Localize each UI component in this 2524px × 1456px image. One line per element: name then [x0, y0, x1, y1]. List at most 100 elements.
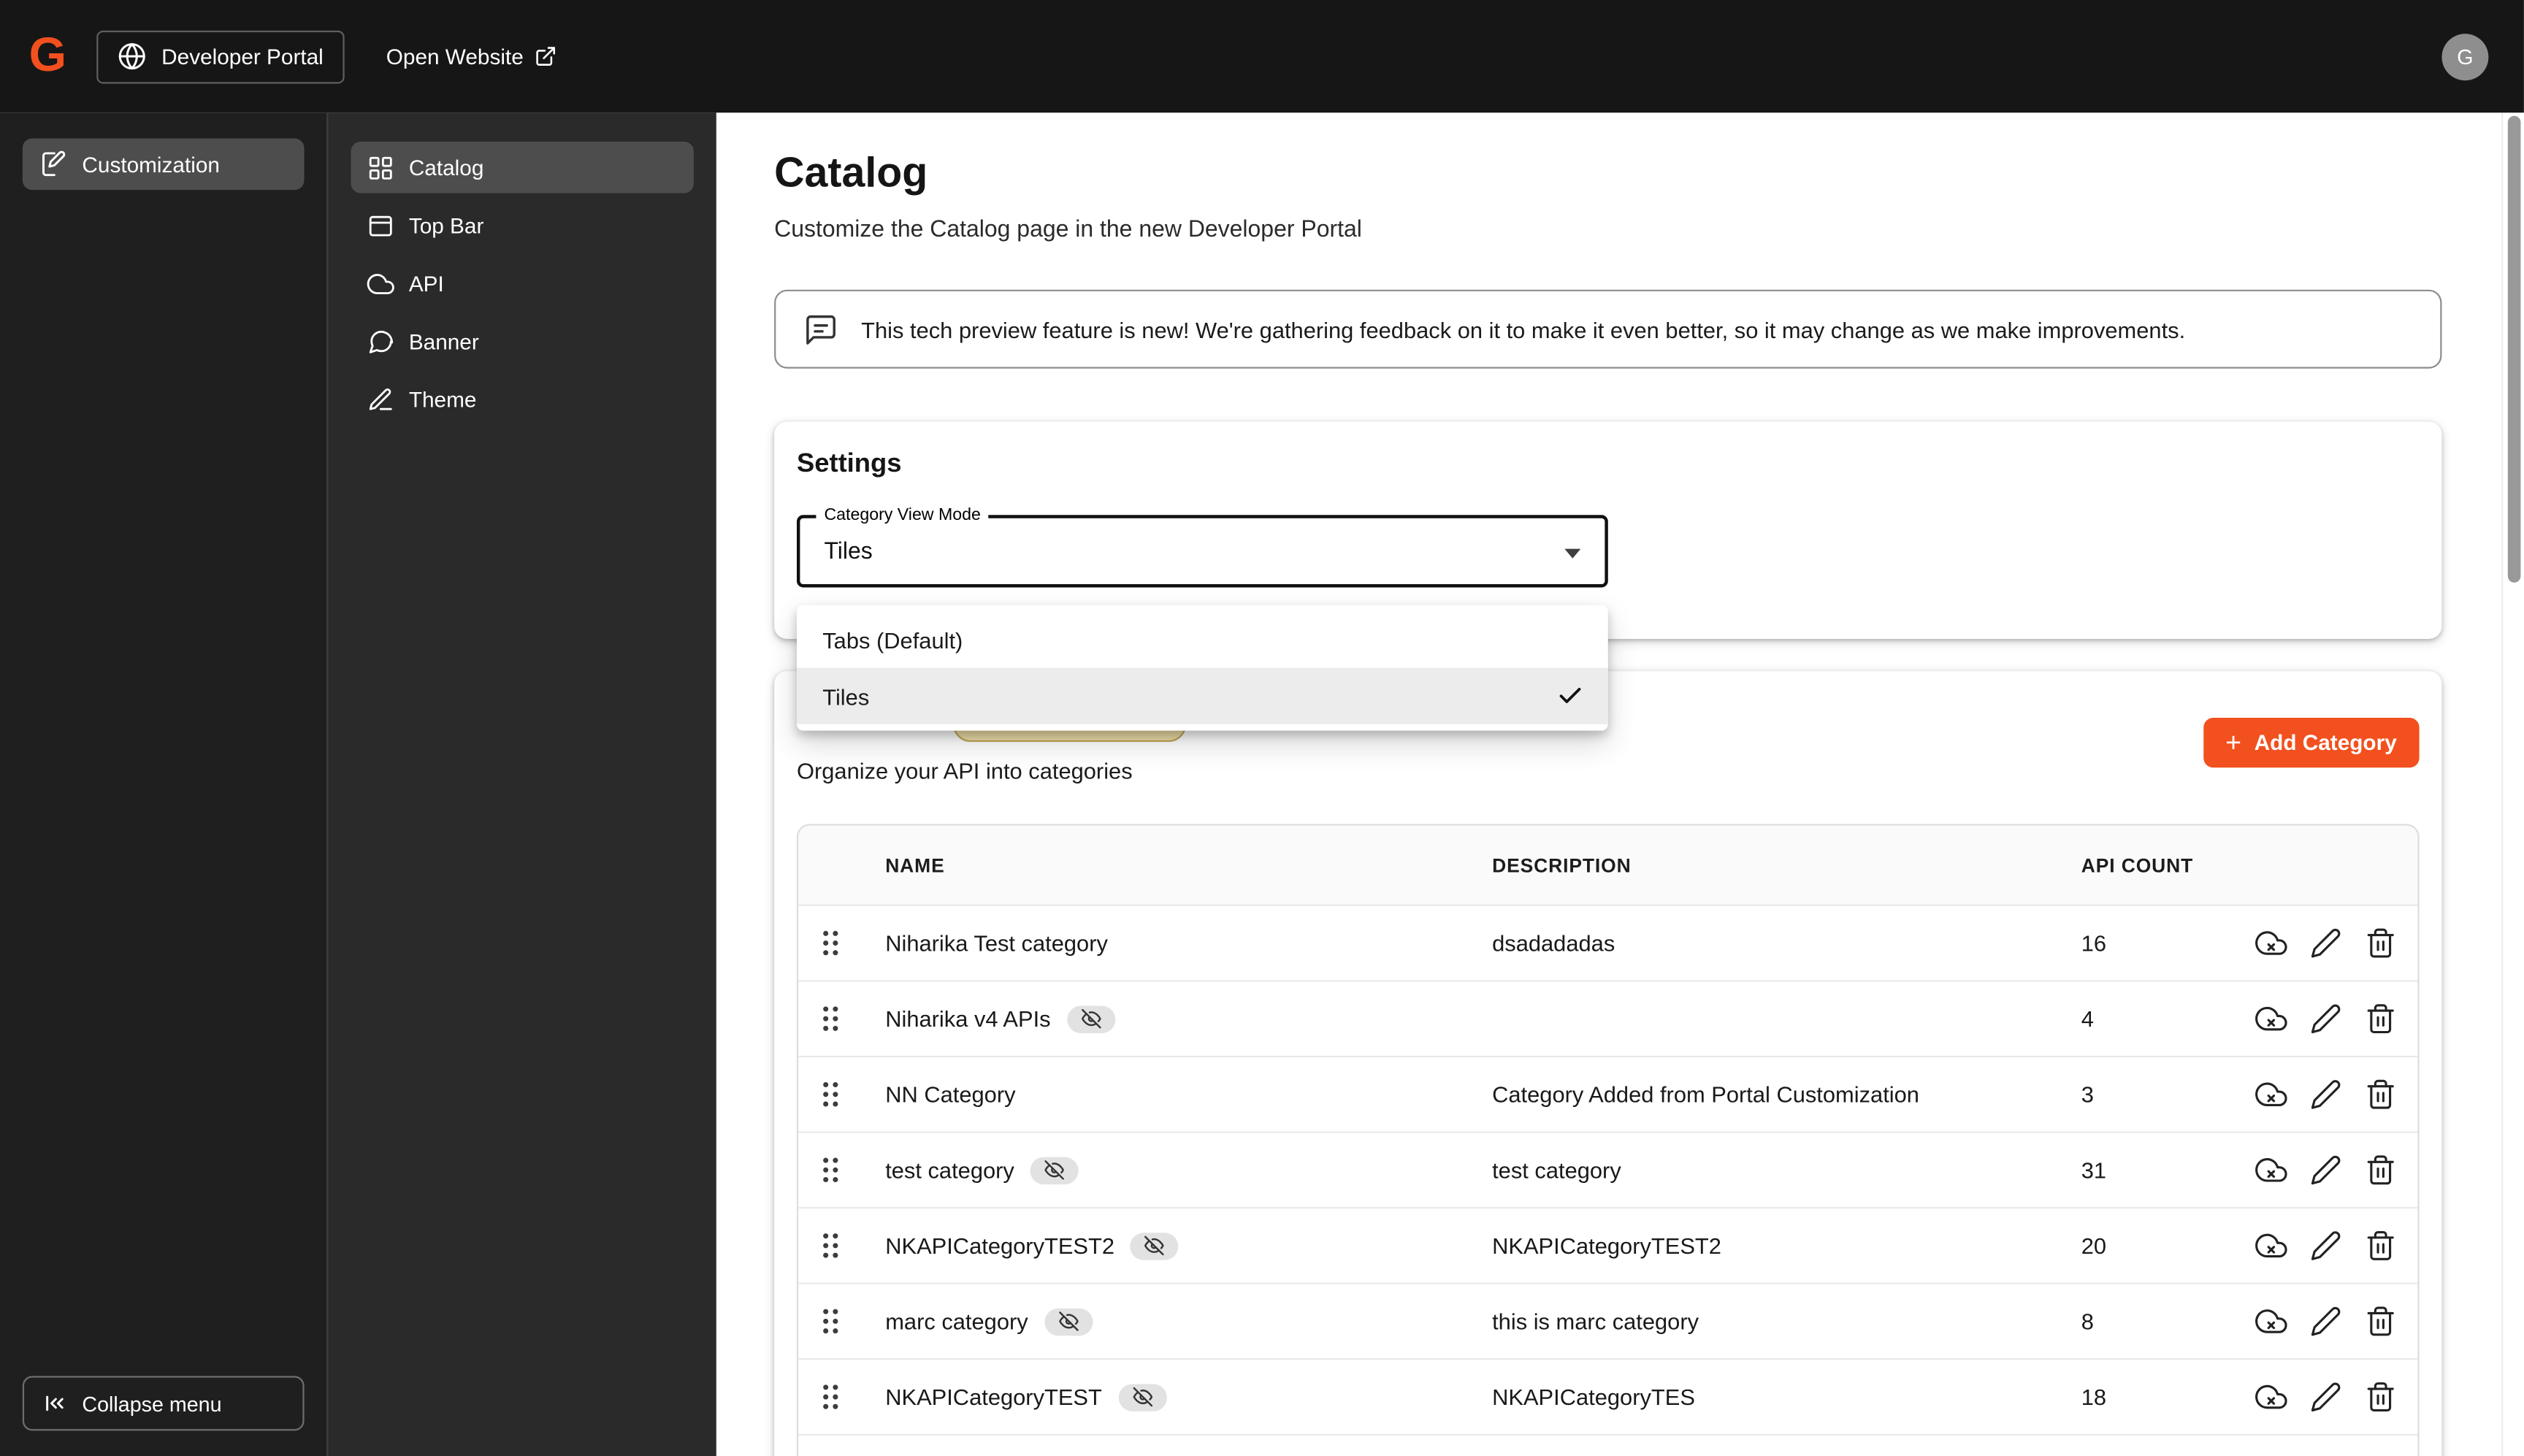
sidebar-item-label: Catalog	[408, 155, 484, 180]
sidebar-item-customization[interactable]: Customization	[22, 138, 305, 191]
categories-description: Organize your API into categories	[796, 758, 1133, 784]
sidebar-item-label: Theme	[408, 387, 477, 412]
gravitee-logo[interactable]: G	[29, 29, 66, 84]
category-description: Category Added from Portal Customization	[1492, 1081, 1919, 1108]
table-row: Niharika v4 APIs 4	[798, 980, 2418, 1056]
cloud-x-icon[interactable]	[2255, 1078, 2287, 1111]
delete-trash-icon[interactable]	[2365, 1230, 2397, 1262]
scrollbar-thumb[interactable]	[2507, 115, 2521, 583]
delete-trash-icon[interactable]	[2365, 1078, 2397, 1111]
drag-handle-icon[interactable]	[821, 1231, 840, 1260]
drag-handle-icon[interactable]	[821, 1307, 840, 1336]
sidebar-item-api[interactable]: API	[351, 258, 693, 310]
edit-pencil-icon[interactable]	[2310, 927, 2342, 959]
primary-sidebar: Customization Collapse menu	[0, 112, 327, 1456]
sidebar-item-catalog[interactable]: Catalog	[351, 141, 694, 194]
category-view-mode-dropdown: Tabs (Default) Tiles	[796, 605, 1608, 731]
category-name: marc category	[885, 1308, 1028, 1335]
select-label: Category View Mode	[816, 505, 989, 525]
open-website-link[interactable]: Open Website	[386, 45, 557, 69]
cloud-x-icon[interactable]	[2255, 1305, 2287, 1337]
category-name: Niharika v4 APIs	[885, 1005, 1051, 1032]
category-description: NKAPICategoryTEST2	[1492, 1233, 1721, 1259]
sidebar-item-top-bar[interactable]: Top Bar	[351, 199, 693, 251]
delete-trash-icon[interactable]	[2365, 1305, 2397, 1337]
customization-sidebar: Catalog Top Bar API Banner Theme	[326, 112, 716, 1456]
add-category-label: Add Category	[2254, 730, 2397, 755]
category-api-count: 18	[2081, 1384, 2107, 1410]
edit-pencil-icon[interactable]	[2310, 1154, 2342, 1186]
category-api-count: 31	[2081, 1157, 2107, 1183]
dropdown-option-label: Tiles	[822, 683, 870, 709]
hidden-eye-badge	[1131, 1232, 1179, 1260]
drag-handle-icon[interactable]	[821, 1080, 840, 1109]
page-title: Catalog	[774, 147, 928, 196]
delete-trash-icon[interactable]	[2365, 1154, 2397, 1186]
drag-handle-icon[interactable]	[821, 929, 840, 958]
category-description: NKAPICategoryTES	[1492, 1384, 1695, 1410]
delete-trash-icon[interactable]	[2365, 1381, 2397, 1413]
feedback-bubble-icon	[803, 311, 838, 346]
tech-preview-notice: This tech preview feature is new! We're …	[774, 289, 2442, 369]
delete-trash-icon[interactable]	[2365, 1003, 2397, 1035]
category-api-count: 3	[2081, 1081, 2094, 1108]
chevron-down-icon	[1564, 548, 1581, 559]
category-name: NN Category	[885, 1081, 1016, 1108]
edit-pencil-icon[interactable]	[2310, 1078, 2342, 1111]
notice-text: This tech preview feature is new! We're …	[861, 316, 2186, 342]
category-api-count: 16	[2081, 930, 2107, 957]
table-row: NKAPICategoryTEST2 NKAPICategoryTEST2 20	[798, 1207, 2418, 1283]
edit-pencil-icon[interactable]	[2310, 1381, 2342, 1413]
globe-icon	[118, 42, 148, 71]
drag-handle-icon[interactable]	[821, 1155, 840, 1184]
header-name: NAME	[885, 854, 945, 877]
developer-portal-label: Developer Portal	[161, 44, 324, 69]
cloud-x-icon[interactable]	[2255, 1230, 2287, 1262]
cloud-x-icon[interactable]	[2255, 927, 2287, 959]
developer-portal-button[interactable]: Developer Portal	[96, 29, 345, 83]
user-avatar[interactable]: G	[2441, 33, 2489, 80]
hidden-eye-badge	[1030, 1156, 1079, 1184]
category-view-mode-select[interactable]: Category View Mode Tiles	[796, 505, 1608, 588]
app-window: G Developer Portal Open Website G Custom…	[0, 0, 2524, 1456]
external-link-icon	[535, 45, 557, 68]
cloud-x-icon[interactable]	[2255, 1154, 2287, 1186]
sidebar-item-theme[interactable]: Theme	[351, 373, 693, 425]
sidebar-item-label: Top Bar	[408, 213, 484, 238]
page-subtitle: Customize the Catalog page in the new De…	[774, 217, 1362, 243]
category-name: Niharika Test category	[885, 930, 1108, 957]
category-description: test category	[1492, 1157, 1621, 1183]
category-name: NKAPICategoryTEST	[885, 1384, 1102, 1410]
table-row: test category test category 31	[798, 1131, 2418, 1207]
edit-pencil-icon[interactable]	[2310, 1305, 2342, 1337]
dropdown-option-tabs-default[interactable]: Tabs (Default)	[797, 612, 1608, 668]
open-website-label: Open Website	[386, 44, 524, 69]
category-api-count: 8	[2081, 1308, 2094, 1335]
window-topbar-icon	[367, 212, 394, 239]
hidden-eye-badge	[1044, 1307, 1093, 1336]
header-api-count: API COUNT	[2081, 854, 2194, 877]
table-row: marc category this is marc category 8	[798, 1282, 2418, 1359]
theme-pen-icon	[367, 386, 394, 413]
dropdown-option-tiles[interactable]: Tiles	[796, 667, 1608, 724]
cloud-x-icon[interactable]	[2255, 1381, 2287, 1413]
vertical-scrollbar[interactable]	[2501, 112, 2524, 1456]
hidden-eye-badge	[1066, 1005, 1115, 1032]
edit-pencil-icon[interactable]	[2310, 1003, 2342, 1035]
drag-handle-icon[interactable]	[821, 1382, 840, 1411]
cloud-x-icon[interactable]	[2255, 1003, 2287, 1035]
delete-trash-icon[interactable]	[2365, 927, 2397, 959]
collapse-menu-button[interactable]: Collapse menu	[22, 1376, 305, 1431]
add-category-button[interactable]: Add Category	[2203, 717, 2420, 768]
sidebar-item-label: Customization	[82, 152, 220, 177]
select-value: Tiles	[824, 538, 873, 564]
edit-pencil-icon[interactable]	[2310, 1230, 2342, 1262]
category-description: dsadadadas	[1492, 930, 1615, 957]
customization-page-pen-icon	[39, 150, 68, 179]
grid-icon	[367, 153, 394, 180]
plus-icon	[2225, 729, 2241, 756]
drag-handle-icon[interactable]	[821, 1004, 840, 1033]
category-api-count: 20	[2081, 1233, 2107, 1259]
sidebar-item-banner[interactable]: Banner	[351, 315, 693, 367]
sidebar-item-label: API	[408, 271, 444, 296]
